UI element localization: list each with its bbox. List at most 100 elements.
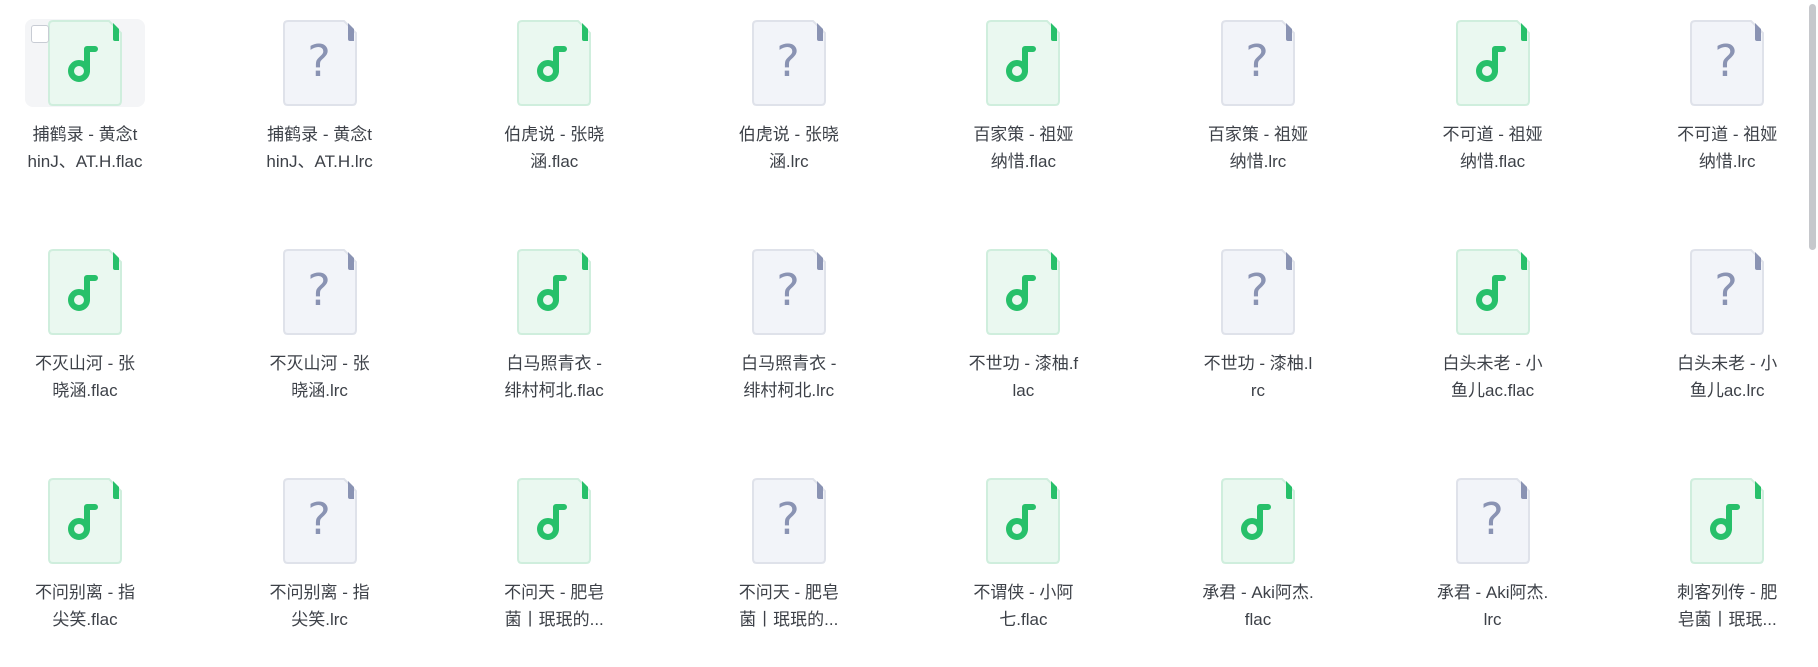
file-name-line-2: 晓涵.flac — [52, 381, 118, 400]
file-name[interactable]: 刺客列传 - 肥 皂菌丨珉珉... — [1660, 579, 1794, 633]
vertical-scrollbar[interactable] — [1804, 0, 1818, 667]
file-name[interactable]: 不问天 - 肥皂 菌丨珉珉的... — [722, 579, 856, 633]
file-thumbnail[interactable] — [25, 19, 145, 107]
unknown-file-icon: ? — [1690, 20, 1765, 106]
file-name[interactable]: 不问天 - 肥皂 菌丨珉珉的... — [487, 579, 621, 633]
file-thumbnail[interactable]: ? — [729, 248, 849, 336]
file-thumbnail[interactable] — [494, 19, 614, 107]
file-name-line-1: 承君 - Aki阿杰. — [1436, 583, 1549, 602]
file-item[interactable]: 不问别离 - 指 尖笑.flac — [24, 477, 146, 629]
file-item[interactable]: ? 不灭山河 - 张 晓涵.lrc — [259, 248, 381, 400]
file-name[interactable]: 伯虎说 - 张晓 涵.lrc — [722, 121, 856, 175]
file-name-line-2: hinJ、AT.H.lrc — [266, 152, 373, 171]
file-name[interactable]: 白头未老 - 小 鱼儿ac.flac — [1426, 350, 1560, 404]
file-name-line-2: 鱼儿ac.flac — [1450, 381, 1535, 400]
file-name-line-2: 绯村柯北.flac — [504, 381, 604, 400]
file-item[interactable]: ? 不问天 - 肥皂 菌丨珉珉的... — [728, 477, 850, 629]
music-file-icon — [48, 478, 122, 564]
file-name[interactable]: 白头未老 - 小 鱼儿ac.lrc — [1660, 350, 1794, 404]
file-item[interactable]: ? 不世功 - 漆柚.l rc — [1197, 248, 1319, 400]
file-item[interactable]: ? 不可道 - 祖娅 纳惜.lrc — [1666, 19, 1788, 171]
file-thumbnail[interactable] — [25, 477, 145, 565]
file-item[interactable]: 不灭山河 - 张 晓涵.flac — [24, 248, 146, 400]
music-file-icon — [517, 20, 592, 106]
file-item[interactable]: ? 百家策 - 祖娅 纳惜.lrc — [1197, 19, 1319, 171]
file-name-line-1: 白马照青衣 - — [741, 354, 837, 373]
file-thumbnail[interactable] — [963, 248, 1083, 336]
file-item[interactable]: 不问天 - 肥皂 菌丨珉珉的... — [493, 477, 615, 629]
file-item[interactable]: ? 捕鹤录 - 黄念t hinJ、AT.H.lrc — [259, 19, 381, 171]
file-name[interactable]: 百家策 - 祖娅 纳惜.lrc — [1191, 121, 1325, 175]
file-name[interactable]: 白马照青衣 - 绯村柯北.lrc — [722, 350, 856, 404]
file-name[interactable]: 不问别离 - 指 尖笑.lrc — [253, 579, 387, 633]
file-name-line-2: 涵.lrc — [768, 152, 809, 171]
file-name[interactable]: 白马照青衣 - 绯村柯北.flac — [487, 350, 621, 404]
file-item[interactable]: 刺客列传 - 肥 皂菌丨珉珉... — [1666, 477, 1788, 629]
file-thumbnail[interactable]: ? — [729, 477, 849, 565]
file-name-line-1: 白头未老 - 小 — [1677, 354, 1778, 373]
file-name-line-1: 白马照青衣 - — [506, 354, 602, 373]
file-thumbnail[interactable] — [1667, 477, 1787, 565]
file-name[interactable]: 承君 - Aki阿杰. lrc — [1426, 579, 1560, 633]
file-name-line-2: 纳惜.flac — [1459, 152, 1526, 171]
file-thumbnail[interactable]: ? — [1667, 19, 1787, 107]
file-name-line-2: rc — [1250, 381, 1266, 400]
file-thumbnail[interactable]: ? — [1433, 477, 1553, 565]
file-item[interactable]: ? 白头未老 - 小 鱼儿ac.lrc — [1666, 248, 1788, 400]
file-name[interactable]: 不世功 - 漆柚.l rc — [1191, 350, 1325, 404]
file-thumbnail[interactable] — [1433, 19, 1553, 107]
svg-text:?: ? — [307, 265, 330, 316]
file-item[interactable]: 白头未老 - 小 鱼儿ac.flac — [1432, 248, 1554, 400]
file-name[interactable]: 承君 - Aki阿杰. flac — [1191, 579, 1325, 633]
file-name[interactable]: 不世功 - 漆柚.f lac — [956, 350, 1090, 404]
file-name[interactable]: 不问别离 - 指 尖笑.flac — [18, 579, 152, 633]
file-item[interactable]: ? 不问别离 - 指 尖笑.lrc — [259, 477, 381, 629]
file-name-line-2: 纳惜.lrc — [1229, 152, 1287, 171]
file-item[interactable]: 承君 - Aki阿杰. flac — [1197, 477, 1319, 629]
file-thumbnail[interactable] — [25, 248, 145, 336]
file-name[interactable]: 不灭山河 - 张 晓涵.lrc — [253, 350, 387, 404]
file-thumbnail[interactable] — [494, 477, 614, 565]
file-item[interactable]: 不可道 - 祖娅 纳惜.flac — [1432, 19, 1554, 171]
svg-text:?: ? — [1714, 265, 1737, 316]
file-name[interactable]: 百家策 - 祖娅 纳惜.flac — [956, 121, 1090, 175]
file-name[interactable]: 捕鹤录 - 黄念t hinJ、AT.H.lrc — [253, 121, 387, 175]
file-item[interactable]: 白马照青衣 - 绯村柯北.flac — [493, 248, 615, 400]
file-name-line-1: 百家策 - 祖娅 — [1207, 125, 1309, 144]
file-item[interactable]: 伯虎说 - 张晓 涵.flac — [493, 19, 615, 171]
file-thumbnail[interactable]: ? — [1198, 248, 1318, 336]
file-name[interactable]: 不可道 - 祖娅 纳惜.flac — [1426, 121, 1560, 175]
file-name-line-1: 不世功 - 漆柚.f — [968, 354, 1079, 373]
file-thumbnail[interactable] — [963, 19, 1083, 107]
file-item[interactable]: 百家策 - 祖娅 纳惜.flac — [962, 19, 1084, 171]
music-file-icon — [517, 249, 592, 335]
file-name-line-1: 不问别离 - 指 — [269, 583, 370, 602]
file-thumbnail[interactable]: ? — [1667, 248, 1787, 336]
file-item[interactable]: ? 白马照青衣 - 绯村柯北.lrc — [728, 248, 850, 400]
file-thumbnail[interactable] — [963, 477, 1083, 565]
file-thumbnail[interactable] — [494, 248, 614, 336]
file-name[interactable]: 捕鹤录 - 黄念t hinJ、AT.H.flac — [18, 121, 152, 175]
file-item[interactable]: ? 承君 - Aki阿杰. lrc — [1432, 477, 1554, 629]
file-name[interactable]: 不谓侠 - 小阿 七.flac — [956, 579, 1090, 633]
file-thumbnail[interactable] — [1433, 248, 1553, 336]
file-item[interactable]: 不谓侠 - 小阿 七.flac — [962, 477, 1084, 629]
file-thumbnail[interactable] — [1198, 477, 1318, 565]
file-thumbnail[interactable]: ? — [260, 477, 380, 565]
file-name[interactable]: 不灭山河 - 张 晓涵.flac — [18, 350, 152, 404]
file-thumbnail[interactable]: ? — [260, 248, 380, 336]
unknown-file-icon: ? — [751, 20, 826, 106]
file-thumbnail[interactable]: ? — [260, 19, 380, 107]
file-item[interactable]: 捕鹤录 - 黄念t hinJ、AT.H.flac — [24, 19, 146, 171]
file-name[interactable]: 不可道 - 祖娅 纳惜.lrc — [1660, 121, 1794, 175]
file-item[interactable]: ? 伯虎说 - 张晓 涵.lrc — [728, 19, 850, 171]
music-file-icon — [986, 20, 1061, 106]
file-name[interactable]: 伯虎说 - 张晓 涵.flac — [487, 121, 621, 175]
file-name-line-1: 承君 - Aki阿杰. — [1202, 583, 1314, 602]
select-checkbox[interactable] — [31, 25, 49, 43]
scrollbar-thumb[interactable] — [1809, 4, 1816, 250]
music-file-icon — [1455, 249, 1530, 335]
file-thumbnail[interactable]: ? — [729, 19, 849, 107]
file-item[interactable]: 不世功 - 漆柚.f lac — [962, 248, 1084, 400]
file-thumbnail[interactable]: ? — [1198, 19, 1318, 107]
